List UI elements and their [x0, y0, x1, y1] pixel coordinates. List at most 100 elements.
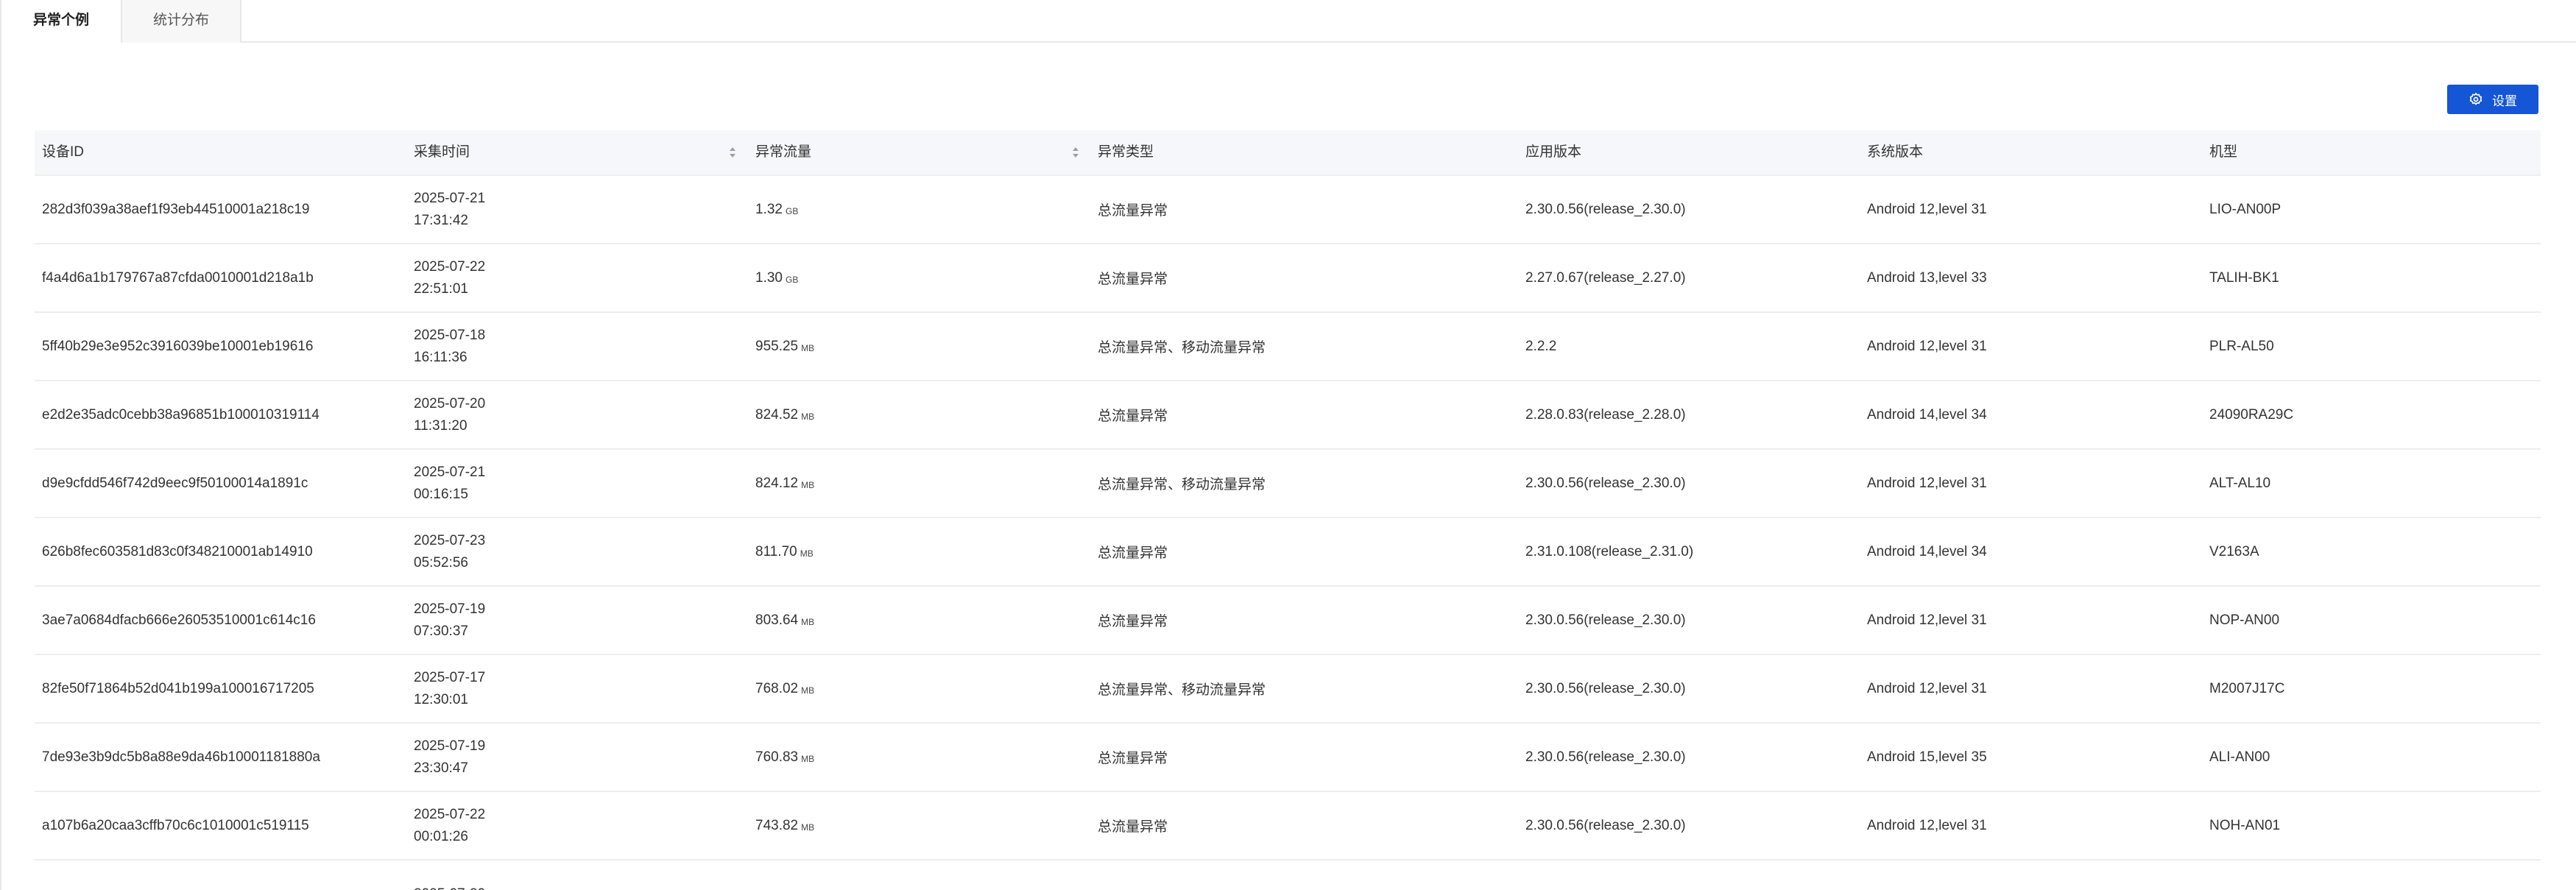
- cell-os-version: Android 12,level 31: [1867, 680, 1987, 696]
- cell-anomaly-traffic: 955.25 MB: [755, 313, 814, 380]
- cell-collect-date: 2025-07-20: [414, 886, 485, 890]
- cell-anomaly-traffic: [755, 861, 758, 890]
- cell-collect-date: 2025-07-22: [414, 806, 486, 822]
- tab-bar: 异常个例 统计分布: [1, 0, 2576, 43]
- cell-anomaly-type: 总流量异常: [1098, 272, 1168, 287]
- traffic-value: 811.70: [755, 543, 797, 559]
- table-row[interactable]: f4a4d6a1b179767a87cfda0010001d218a1b 2025…: [35, 244, 2541, 313]
- cell-collect-clock: 17:31:42: [414, 212, 468, 228]
- cell-model: PLR-AL50: [2209, 338, 2274, 354]
- table-row[interactable]: 5ff40b29e3e952c3916039be10001eb19616 2025…: [35, 313, 2541, 381]
- cell-anomaly-type: 总流量异常: [1098, 614, 1168, 629]
- cell-app-version: 2.2.2: [1525, 338, 1557, 354]
- anomaly-table: 设备ID 采集时间 异常流量 异常类型 应用版本 系统版本 机型 282d3f0…: [35, 130, 2541, 890]
- page: 异常个例 统计分布 设置 设备ID 采集时间 异常流量 异常类型 应用版本 系统…: [0, 0, 2576, 890]
- column-header-model: 机型: [2209, 144, 2238, 160]
- cell-collect-clock: 05:52:56: [414, 554, 468, 571]
- traffic-value: 803.64: [755, 612, 799, 628]
- column-header-device-id: 设备ID: [42, 144, 85, 160]
- cell-os-version: Android 12,level 31: [1867, 612, 1987, 628]
- cell-collect-time: 2025-07-20 11:31:20: [414, 381, 546, 448]
- traffic-value: 1.32: [755, 201, 783, 217]
- cell-device-id: f4a4d6a1b179767a87cfda0010001d218a1b: [42, 269, 314, 286]
- cell-device-id: 7de93e3b9dc5b8a88e9da46b10001181880a: [42, 749, 320, 765]
- traffic-unit: MB: [801, 479, 815, 490]
- table-row[interactable]: d9e9cfdd546f742d9eec9f50100014a1891c 2025…: [35, 450, 2541, 518]
- cell-device-id: 5ff40b29e3e952c3916039be10001eb19616: [42, 338, 314, 354]
- cell-anomaly-traffic: 824.12 MB: [755, 450, 814, 517]
- cell-collect-clock: 23:30:47: [414, 760, 468, 776]
- traffic-unit: MB: [801, 616, 815, 627]
- cell-collect-time: 2025-07-23 05:52:56: [414, 518, 546, 585]
- cell-anomaly-type: 总流量异常: [1098, 203, 1168, 219]
- cell-collect-date: 2025-07-21: [414, 190, 486, 206]
- traffic-unit: GB: [785, 274, 799, 285]
- sort-icon[interactable]: [1072, 145, 1079, 160]
- table-row[interactable]: 7de93e3b9dc5b8a88e9da46b10001181880a 2025…: [35, 724, 2541, 792]
- table-row[interactable]: 2025-07-20: [35, 861, 2541, 890]
- cell-model: 24090RA29C: [2209, 406, 2294, 423]
- cell-collect-date: 2025-07-18: [414, 327, 486, 343]
- cell-collect-date: 2025-07-23: [414, 532, 486, 548]
- cell-anomaly-traffic: 768.02 MB: [755, 655, 814, 722]
- cell-anomaly-traffic: 1.30 GB: [755, 244, 798, 311]
- cell-os-version: Android 15,level 35: [1867, 749, 1987, 765]
- sort-icon[interactable]: [729, 145, 736, 160]
- cell-anomaly-type: 总流量异常、移动流量异常: [1098, 340, 1266, 356]
- cell-device-id: 626b8fec603581d83c0f348210001ab14910: [42, 543, 313, 559]
- table-row[interactable]: a107b6a20caa3cffb70c6c1010001c519115 2025…: [35, 792, 2541, 861]
- cell-anomaly-type: 总流量异常: [1098, 409, 1168, 424]
- table-row[interactable]: 3ae7a0684dfacb666e26053510001c614c16 2025…: [35, 587, 2541, 655]
- cell-app-version: 2.27.0.67(release_2.27.0): [1525, 269, 1686, 286]
- cell-collect-time: 2025-07-19 23:30:47: [414, 724, 546, 791]
- cell-os-version: Android 13,level 33: [1867, 269, 1987, 286]
- traffic-value: 760.83: [755, 749, 799, 765]
- traffic-unit: MB: [801, 685, 815, 696]
- tab-anomaly-cases[interactable]: 异常个例: [1, 0, 122, 43]
- cell-collect-time: 2025-07-20: [414, 861, 546, 890]
- cell-anomaly-type: 总流量异常: [1098, 819, 1168, 835]
- cell-anomaly-type: 总流量异常、移动流量异常: [1098, 477, 1266, 492]
- cell-collect-date: 2025-07-17: [414, 669, 486, 685]
- settings-button[interactable]: 设置: [2447, 85, 2538, 114]
- cell-app-version: 2.31.0.108(release_2.31.0): [1525, 543, 1694, 559]
- cell-device-id: 3ae7a0684dfacb666e26053510001c614c16: [42, 612, 316, 628]
- column-header-collect-time[interactable]: 采集时间: [414, 130, 470, 174]
- cell-os-version: Android 12,level 31: [1867, 201, 1987, 217]
- traffic-value: 955.25: [755, 338, 799, 354]
- cell-model: NOH-AN01: [2209, 817, 2281, 833]
- cell-collect-clock: 00:01:26: [414, 828, 468, 844]
- table-header: 设备ID 采集时间 异常流量 异常类型 应用版本 系统版本 机型: [35, 130, 2541, 176]
- table-row[interactable]: 626b8fec603581d83c0f348210001ab14910 2025…: [35, 518, 2541, 587]
- cell-collect-clock: 00:16:15: [414, 486, 468, 502]
- table-row[interactable]: 82fe50f71864b52d041b199a100016717205 2025…: [35, 655, 2541, 724]
- table-row[interactable]: e2d2e35adc0cebb38a96851b100010319114 2025…: [35, 381, 2541, 450]
- cell-device-id: a107b6a20caa3cffb70c6c1010001c519115: [42, 817, 309, 833]
- traffic-unit: MB: [801, 753, 815, 764]
- cell-collect-clock: 22:51:01: [414, 280, 468, 297]
- cell-device-id: e2d2e35adc0cebb38a96851b100010319114: [42, 406, 320, 423]
- cell-model: M2007J17C: [2209, 680, 2285, 696]
- cell-collect-time: 2025-07-17 12:30:01: [414, 655, 546, 722]
- traffic-value: 743.82: [755, 817, 799, 833]
- cell-collect-date: 2025-07-19: [414, 738, 486, 754]
- cell-anomaly-type: 总流量异常: [1098, 751, 1168, 766]
- traffic-value: 768.02: [755, 680, 799, 696]
- table-row[interactable]: 282d3f039a38aef1f93eb44510001a218c19 2025…: [35, 176, 2541, 244]
- column-header-anomaly-type: 异常类型: [1098, 144, 1154, 160]
- cell-anomaly-traffic: 760.83 MB: [755, 724, 814, 791]
- column-header-anomaly-traffic[interactable]: 异常流量: [755, 130, 811, 174]
- cell-collect-date: 2025-07-19: [414, 601, 486, 617]
- cell-app-version: 2.30.0.56(release_2.30.0): [1525, 475, 1686, 491]
- cell-anomaly-traffic: 743.82 MB: [755, 792, 814, 859]
- cell-collect-clock: 12:30:01: [414, 691, 468, 707]
- cell-model: V2163A: [2209, 543, 2259, 559]
- cell-anomaly-traffic: 824.52 MB: [755, 381, 814, 448]
- cell-app-version: 2.30.0.56(release_2.30.0): [1525, 749, 1686, 765]
- tab-statistics-distribution[interactable]: 统计分布: [122, 0, 241, 43]
- traffic-unit: GB: [785, 205, 799, 216]
- traffic-value: 1.30: [755, 269, 783, 286]
- traffic-unit: MB: [800, 548, 814, 559]
- gear-icon: [2469, 92, 2483, 105]
- cell-app-version: 2.28.0.83(release_2.28.0): [1525, 406, 1686, 423]
